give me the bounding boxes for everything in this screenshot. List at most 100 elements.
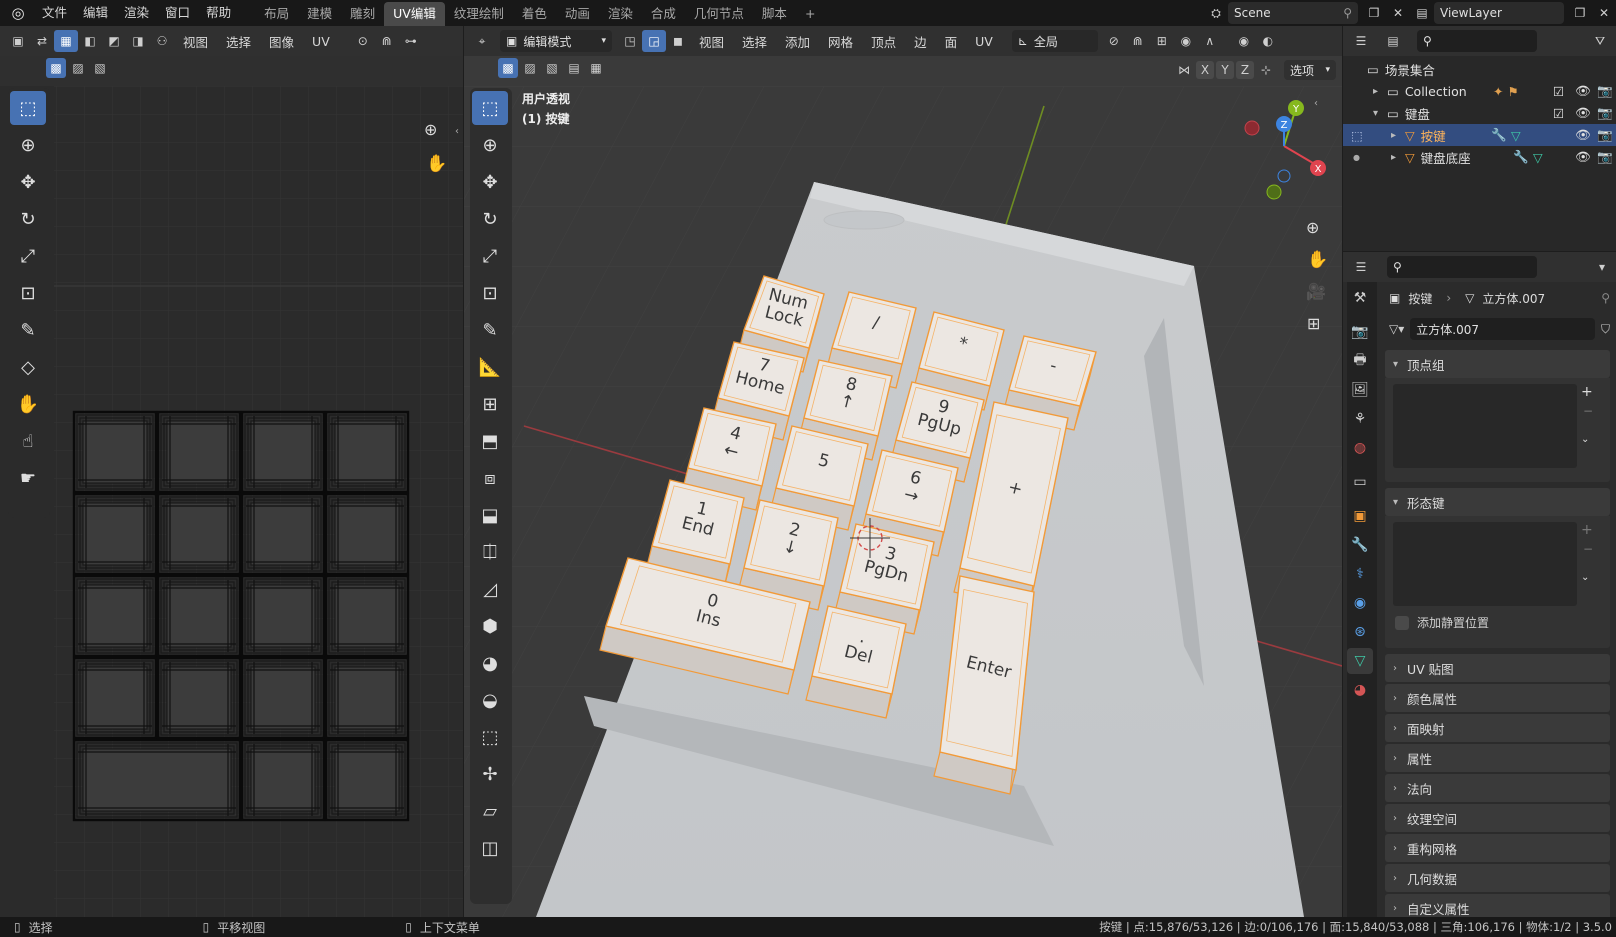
uv-grab-icon[interactable]: ✋ — [10, 387, 46, 421]
mesh-data-tab-icon[interactable]: ▽ — [1347, 648, 1373, 674]
ortho-toggle-icon[interactable]: ⊞ — [1307, 314, 1320, 333]
uv-island[interactable] — [240, 656, 326, 740]
visibility-icon[interactable]: ◉ — [1232, 30, 1256, 52]
uv-island[interactable] — [324, 492, 410, 576]
attributes-panel-header[interactable]: › 属性 — [1385, 744, 1610, 772]
pin-icon[interactable]: ⚲ — [1601, 291, 1610, 305]
uv-relax-icon[interactable]: ☝ — [10, 424, 46, 458]
pin-icon[interactable]: ⚲ — [1343, 6, 1352, 20]
remove-viewlayer-icon[interactable]: ✕ — [1592, 2, 1616, 24]
rip-region-icon[interactable]: ◫ — [472, 831, 508, 865]
annotate-tool-icon[interactable]: ✎ — [472, 313, 508, 347]
vertex-groups-panel-header[interactable]: ▾ 顶点组 — [1385, 350, 1610, 378]
face-mode-icon[interactable]: ◼ — [666, 30, 690, 52]
poly-build-icon[interactable]: ⬢ — [472, 609, 508, 643]
vertex-groups-list[interactable] — [1393, 384, 1577, 468]
menu-help[interactable]: 帮助 — [198, 0, 239, 26]
uv-island[interactable] — [72, 410, 158, 494]
vp-select-extend-icon[interactable]: ▨ — [520, 58, 540, 78]
vp-menu-mesh[interactable]: 网格 — [819, 32, 862, 51]
vp-menu-view[interactable]: 视图 — [690, 32, 733, 51]
mesh-name-field[interactable]: 立方体.007 — [1410, 318, 1595, 340]
uv-island[interactable] — [72, 574, 158, 658]
modifier-wrench-icon[interactable]: 🔧 — [1513, 149, 1529, 165]
tab-sculpting[interactable]: 雕刻 — [341, 2, 384, 26]
uv-island[interactable] — [324, 410, 410, 494]
hide-eye-icon[interactable]: 👁 — [1575, 105, 1591, 121]
sticky-select-icon[interactable]: ⚇ — [150, 30, 174, 52]
remesh-panel-header[interactable]: › 重构网格 — [1385, 834, 1610, 862]
scene-field[interactable]: Scene ⚲ — [1228, 2, 1358, 24]
new-scene-icon[interactable]: ❐ — [1362, 2, 1386, 24]
orientation-dropdown[interactable]: ⊾ 全局 — [1011, 30, 1098, 52]
tab-compositing[interactable]: 合成 — [642, 2, 685, 26]
cursor-tool-icon[interactable]: ⊕ — [472, 128, 508, 162]
vp-menu-face[interactable]: 面 — [936, 32, 967, 51]
view-layer-tab-icon[interactable]: 🖼 — [1347, 377, 1373, 403]
normals-panel-header[interactable]: › 法向 — [1385, 774, 1610, 802]
vp-zoom-icon[interactable]: ⊕ — [1306, 218, 1319, 237]
uv-island[interactable] — [240, 410, 326, 494]
uv-island[interactable] — [324, 738, 410, 822]
select-subtract-icon[interactable]: ▧ — [90, 58, 110, 78]
navigation-gizmo[interactable]: X Y Z — [1244, 96, 1334, 206]
vp-pan-icon[interactable]: ✋ — [1307, 250, 1328, 270]
shear-icon[interactable]: ▱ — [472, 794, 508, 828]
vp-select-new-icon[interactable]: ▩ — [498, 58, 518, 78]
menu-edit[interactable]: 编辑 — [75, 0, 116, 26]
mirror-y[interactable]: Y — [1216, 61, 1234, 79]
inset-icon[interactable]: ⧈ — [472, 461, 508, 495]
physics-tab-icon[interactable]: ◉ — [1347, 590, 1373, 616]
vertex-select-icon[interactable]: ▦ — [54, 30, 78, 52]
viewlayer-selector-icon[interactable]: ▤ — [1410, 2, 1434, 24]
outliner-search-input[interactable]: ⚲ — [1417, 30, 1537, 52]
uv-pinch-icon[interactable]: ☛ — [10, 461, 46, 495]
properties-options-icon[interactable]: ▾ — [1590, 256, 1614, 278]
uv-menu-image[interactable]: 图像 — [260, 32, 303, 51]
gizmo-neg-z-icon[interactable] — [1277, 169, 1291, 183]
uv-island[interactable] — [156, 410, 242, 494]
uv-island[interactable] — [324, 656, 410, 740]
menu-file[interactable]: 文件 — [34, 0, 75, 26]
loop-cut-icon[interactable]: ⎅ — [472, 535, 508, 569]
particles-tab-icon[interactable]: ⚕ — [1347, 561, 1373, 587]
material-tab-icon[interactable]: ◕ — [1347, 677, 1373, 703]
tab-rendering[interactable]: 渲染 — [599, 2, 642, 26]
hide-eye-icon[interactable]: 👁 — [1575, 149, 1591, 165]
uv-island[interactable] — [156, 656, 242, 740]
uv-cursor-icon[interactable]: ⊕ — [10, 128, 46, 162]
collection-tab-icon[interactable]: ▭ — [1347, 469, 1373, 495]
uv-sidebar-toggle-icon[interactable]: ‹ — [455, 126, 459, 137]
mirror-z[interactable]: Z — [1236, 61, 1254, 79]
edge-slide-icon[interactable]: ⬚ — [472, 720, 508, 754]
properties-editor-type-icon[interactable]: ☰ — [1349, 256, 1373, 278]
tab-animation[interactable]: 动画 — [556, 2, 599, 26]
outliner-item-keyboard[interactable]: ▾ ▭ 键盘 ☑ 👁 📷 — [1343, 102, 1616, 124]
viewlayer-field[interactable]: ViewLayer — [1434, 2, 1564, 24]
expand-icon[interactable]: ▸ — [1391, 130, 1405, 141]
smooth-icon[interactable]: ◒ — [472, 683, 508, 717]
uv-menu-view[interactable]: 视图 — [174, 32, 217, 51]
gizmo-neg-x-icon[interactable] — [1244, 120, 1260, 136]
render-camera-icon[interactable]: 📷 — [1597, 149, 1613, 165]
knife-icon[interactable]: ◿ — [472, 572, 508, 606]
new-viewlayer-icon[interactable]: ❐ — [1568, 2, 1592, 24]
hide-eye-icon[interactable]: 👁 — [1575, 127, 1591, 143]
add-rest-position-checkbox[interactable] — [1395, 615, 1409, 630]
view-editor-type-icon[interactable]: ⌖ — [470, 30, 494, 52]
modifier-tab-icon[interactable]: 🔧 — [1347, 532, 1373, 558]
pivot-icon[interactable]: ⊙ — [351, 30, 375, 52]
vp-select-intersect-icon[interactable]: ▦ — [586, 58, 606, 78]
uv-island[interactable] — [240, 492, 326, 576]
filter-icon[interactable]: ⛛ — [1588, 30, 1612, 52]
constraints-tab-icon[interactable]: ⊛ — [1347, 619, 1373, 645]
outliner-editor-type-icon[interactable]: ☰ — [1349, 30, 1373, 52]
add-cube-icon[interactable]: ⊞ — [472, 387, 508, 421]
edge-select-icon[interactable]: ◧ — [78, 30, 102, 52]
add-vertex-group-button[interactable]: + — [1581, 384, 1593, 400]
snap-icon[interactable]: ⋒ — [375, 30, 399, 52]
tool-tab-icon[interactable]: ⚒ — [1347, 285, 1373, 311]
uv-pan-icon[interactable]: ✋ — [426, 154, 447, 174]
vp-select-invert-icon[interactable]: ▤ — [564, 58, 584, 78]
mesh-data-icon[interactable]: ▽ — [1533, 150, 1543, 165]
